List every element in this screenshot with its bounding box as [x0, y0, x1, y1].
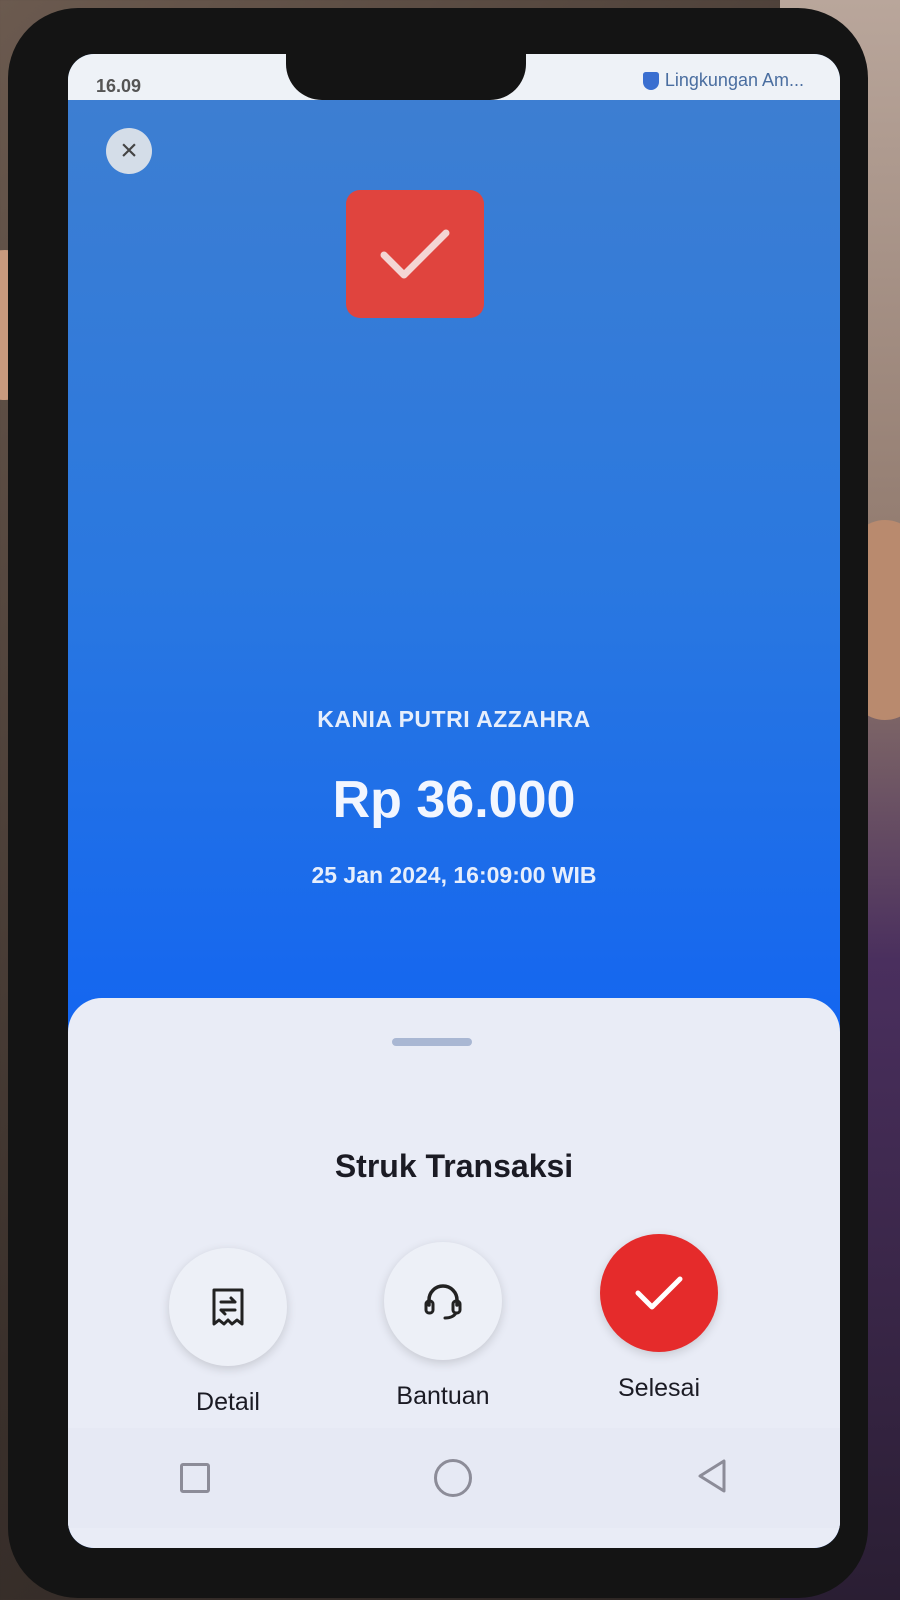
shield-icon	[642, 71, 659, 90]
help-circle[interactable]	[384, 1242, 502, 1360]
done-label: Selesai	[618, 1374, 700, 1402]
detail-button[interactable]: Detail	[163, 1248, 293, 1417]
detail-circle[interactable]	[169, 1248, 287, 1366]
environment-label: Lingkungan Am...	[664, 70, 804, 90]
status-time: 16.09	[96, 76, 142, 96]
phone-body: 16.09 Lingkungan Am... × KANIA PUTRI AZZ…	[8, 8, 868, 1598]
recent-apps-icon[interactable]	[180, 1463, 210, 1493]
help-label: Bantuan	[396, 1382, 490, 1410]
done-circle[interactable]	[600, 1234, 718, 1352]
recipient-name: KANIA PUTRI AZZAHRA	[317, 706, 591, 732]
sheet-title: Struk Transaksi	[334, 1148, 574, 1184]
transaction-datetime: 25 Jan 2024, 16:09:00 WIB	[311, 862, 597, 888]
detail-label: Detail	[196, 1388, 260, 1416]
done-button[interactable]: Selesai	[594, 1234, 724, 1403]
transaction-amount: Rp 36.000	[332, 771, 576, 829]
back-icon[interactable]	[696, 1458, 728, 1499]
sheet-drag-handle[interactable]	[392, 1038, 472, 1046]
phone-screen: 16.09 Lingkungan Am... × KANIA PUTRI AZZ…	[68, 54, 840, 1548]
close-button[interactable]: ×	[106, 128, 152, 174]
receipt-transfer-icon	[212, 1288, 244, 1326]
checkmark-icon	[380, 229, 450, 279]
checkmark-icon	[635, 1276, 683, 1310]
help-button[interactable]: Bantuan	[378, 1242, 508, 1411]
camera-notch	[286, 54, 526, 100]
home-icon[interactable]	[434, 1459, 472, 1497]
status-environment: Lingkungan Am...	[642, 70, 804, 91]
close-icon: ×	[120, 134, 138, 167]
receipt-sheet: Struk Transaksi Detail Bantuan Selesai	[68, 998, 840, 1548]
success-badge	[346, 190, 484, 318]
system-navigation-bar	[68, 1428, 840, 1528]
headset-icon	[424, 1284, 462, 1320]
